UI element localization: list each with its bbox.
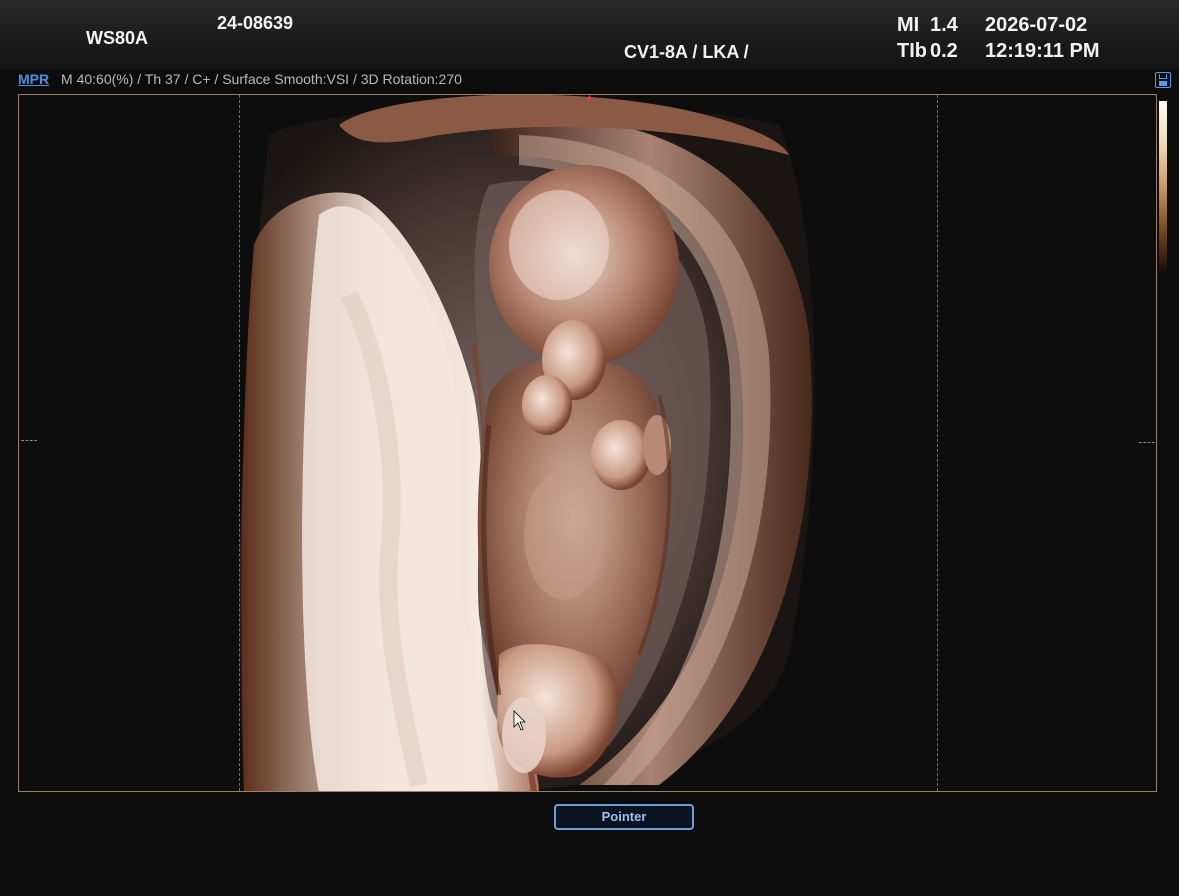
save-icon[interactable] — [1155, 72, 1171, 88]
tib-label: TIb — [897, 40, 927, 62]
mi-label: MI — [897, 14, 920, 36]
mi-value: 1.4 — [930, 14, 958, 36]
device-model: WS80A — [86, 28, 149, 48]
roi-top-marker-icon: ▲ — [585, 94, 594, 102]
roi-left-boundary — [239, 95, 240, 791]
pointer-button[interactable]: Pointer — [554, 804, 694, 830]
left-side-marker — [21, 440, 37, 441]
render-parameters-line: MPR M 40:60(%) / Th 37 / C+ / Surface Sm… — [18, 71, 462, 87]
fetal-3d-render — [239, 95, 815, 791]
probe-info: CV1-8A / LKA / — [624, 42, 749, 62]
render-parameters: M 40:60(%) / Th 37 / C+ / Surface Smooth… — [61, 71, 462, 87]
roi-right-boundary — [937, 95, 938, 791]
exam-time: 12:19:11 PM — [985, 40, 1100, 62]
3d-render-viewport[interactable]: ▲ — [18, 94, 1157, 792]
render-color-map-bar — [1159, 101, 1167, 271]
exam-date: 2026-07-02 — [985, 14, 1088, 36]
mpr-tab[interactable]: MPR — [18, 71, 49, 87]
right-side-marker — [1139, 442, 1155, 443]
tib-value: 0.2 — [930, 40, 958, 62]
header-bar: WS80A 24-08639 CV1-8A / LKA / MI 1.4 TIb… — [0, 0, 1179, 71]
patient-id: 24-08639 — [217, 13, 294, 33]
